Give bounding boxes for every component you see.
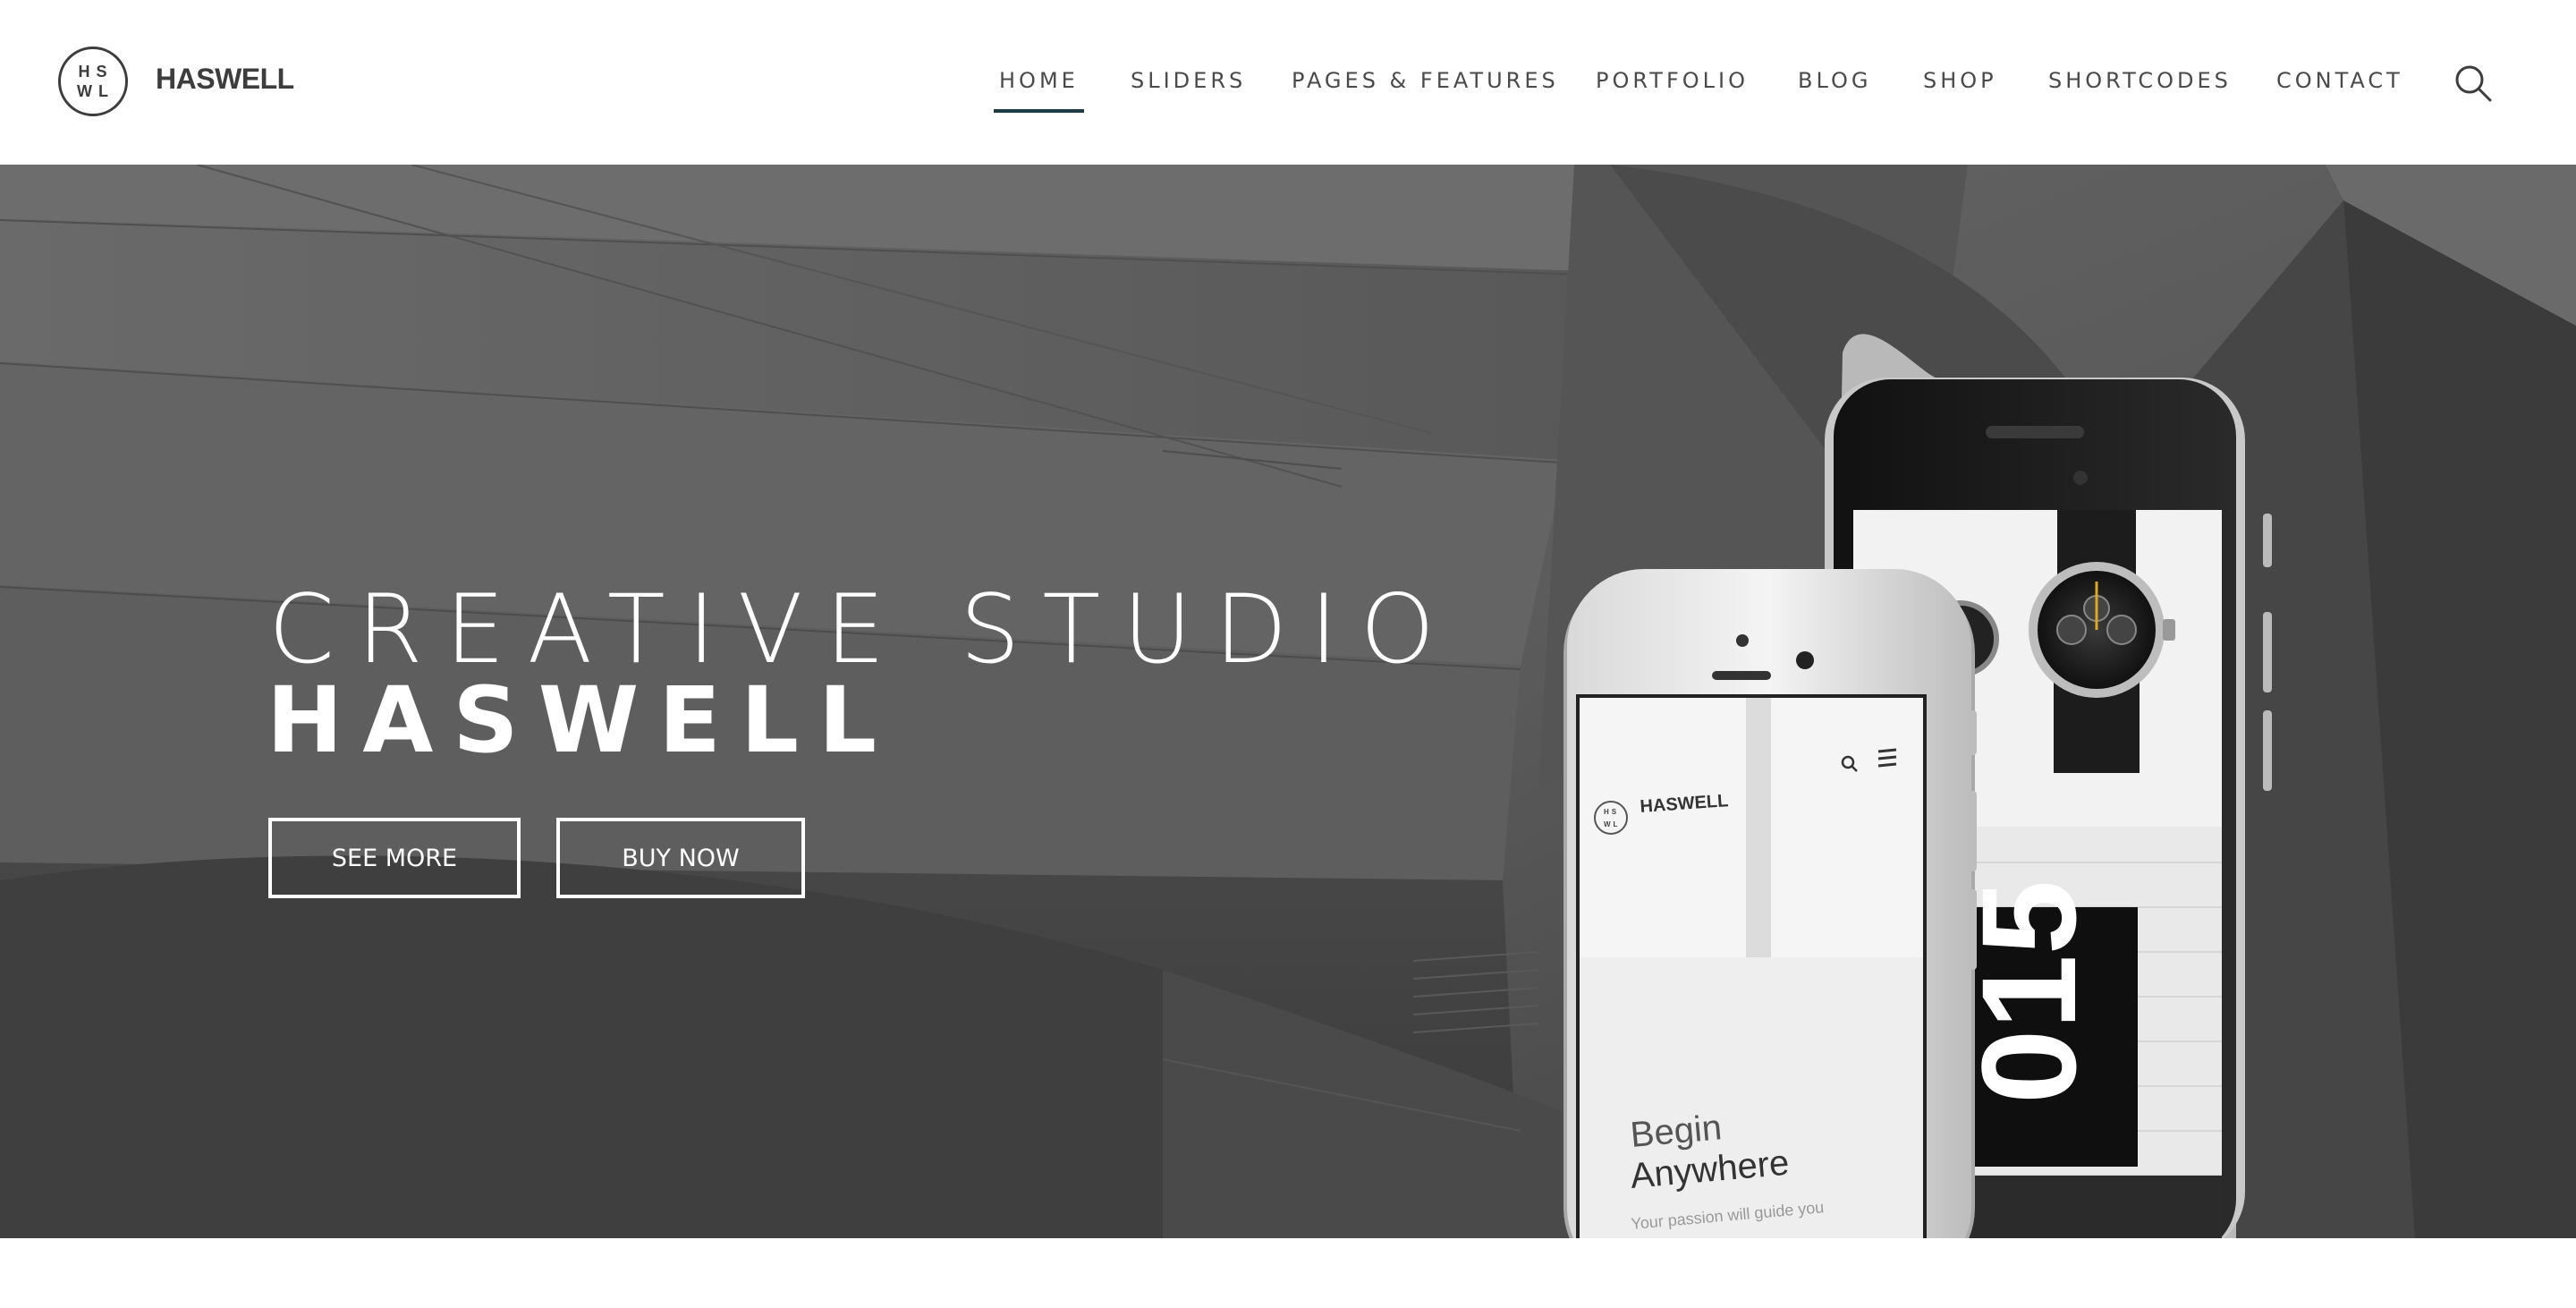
page-below-hero: [0, 1238, 2576, 1308]
nav-item-portfolio[interactable]: PORTFOLIO: [1596, 68, 1749, 93]
mockup-logo-top: HS: [1604, 808, 1619, 816]
see-more-button[interactable]: SEE MORE: [268, 818, 521, 898]
mockup-logo-bottom: WL: [1604, 820, 1620, 828]
mockup-headline-1: Begin: [1629, 1108, 1724, 1155]
front-phone: HS WL HASWELL Begin Anywhere Your passio…: [1563, 569, 1977, 1238]
nav-item-sliders[interactable]: SLIDERS: [1131, 68, 1246, 93]
main-nav: HOME SLIDERS PAGES & FEATURES PORTFOLIO …: [0, 68, 2576, 113]
nav-item-pages-features[interactable]: PAGES & FEATURES: [1292, 68, 1559, 93]
hero-title-line2: HASWELL: [267, 667, 896, 774]
phone-mockup-illustration: 015 HS WL HASWELL Begin Anywhere Your pa…: [1563, 334, 2272, 1238]
buy-now-button[interactable]: BUY NOW: [556, 818, 805, 898]
nav-item-shop[interactable]: SHOP: [1923, 68, 1997, 93]
nav-item-home[interactable]: HOME: [994, 68, 1084, 113]
nav-item-contact[interactable]: CONTACT: [2276, 68, 2403, 93]
site-header: HS WL HASWELL HOME SLIDERS PAGES & FEATU…: [0, 0, 2576, 165]
search-icon[interactable]: [2454, 64, 2492, 102]
nav-item-shortcodes[interactable]: SHORTCODES: [2048, 68, 2232, 93]
hero-slider: CREATIVE STUDIO HASWELL SEE MORE BUY NOW: [0, 165, 2576, 1238]
nav-item-blog[interactable]: BLOG: [1798, 68, 1871, 93]
